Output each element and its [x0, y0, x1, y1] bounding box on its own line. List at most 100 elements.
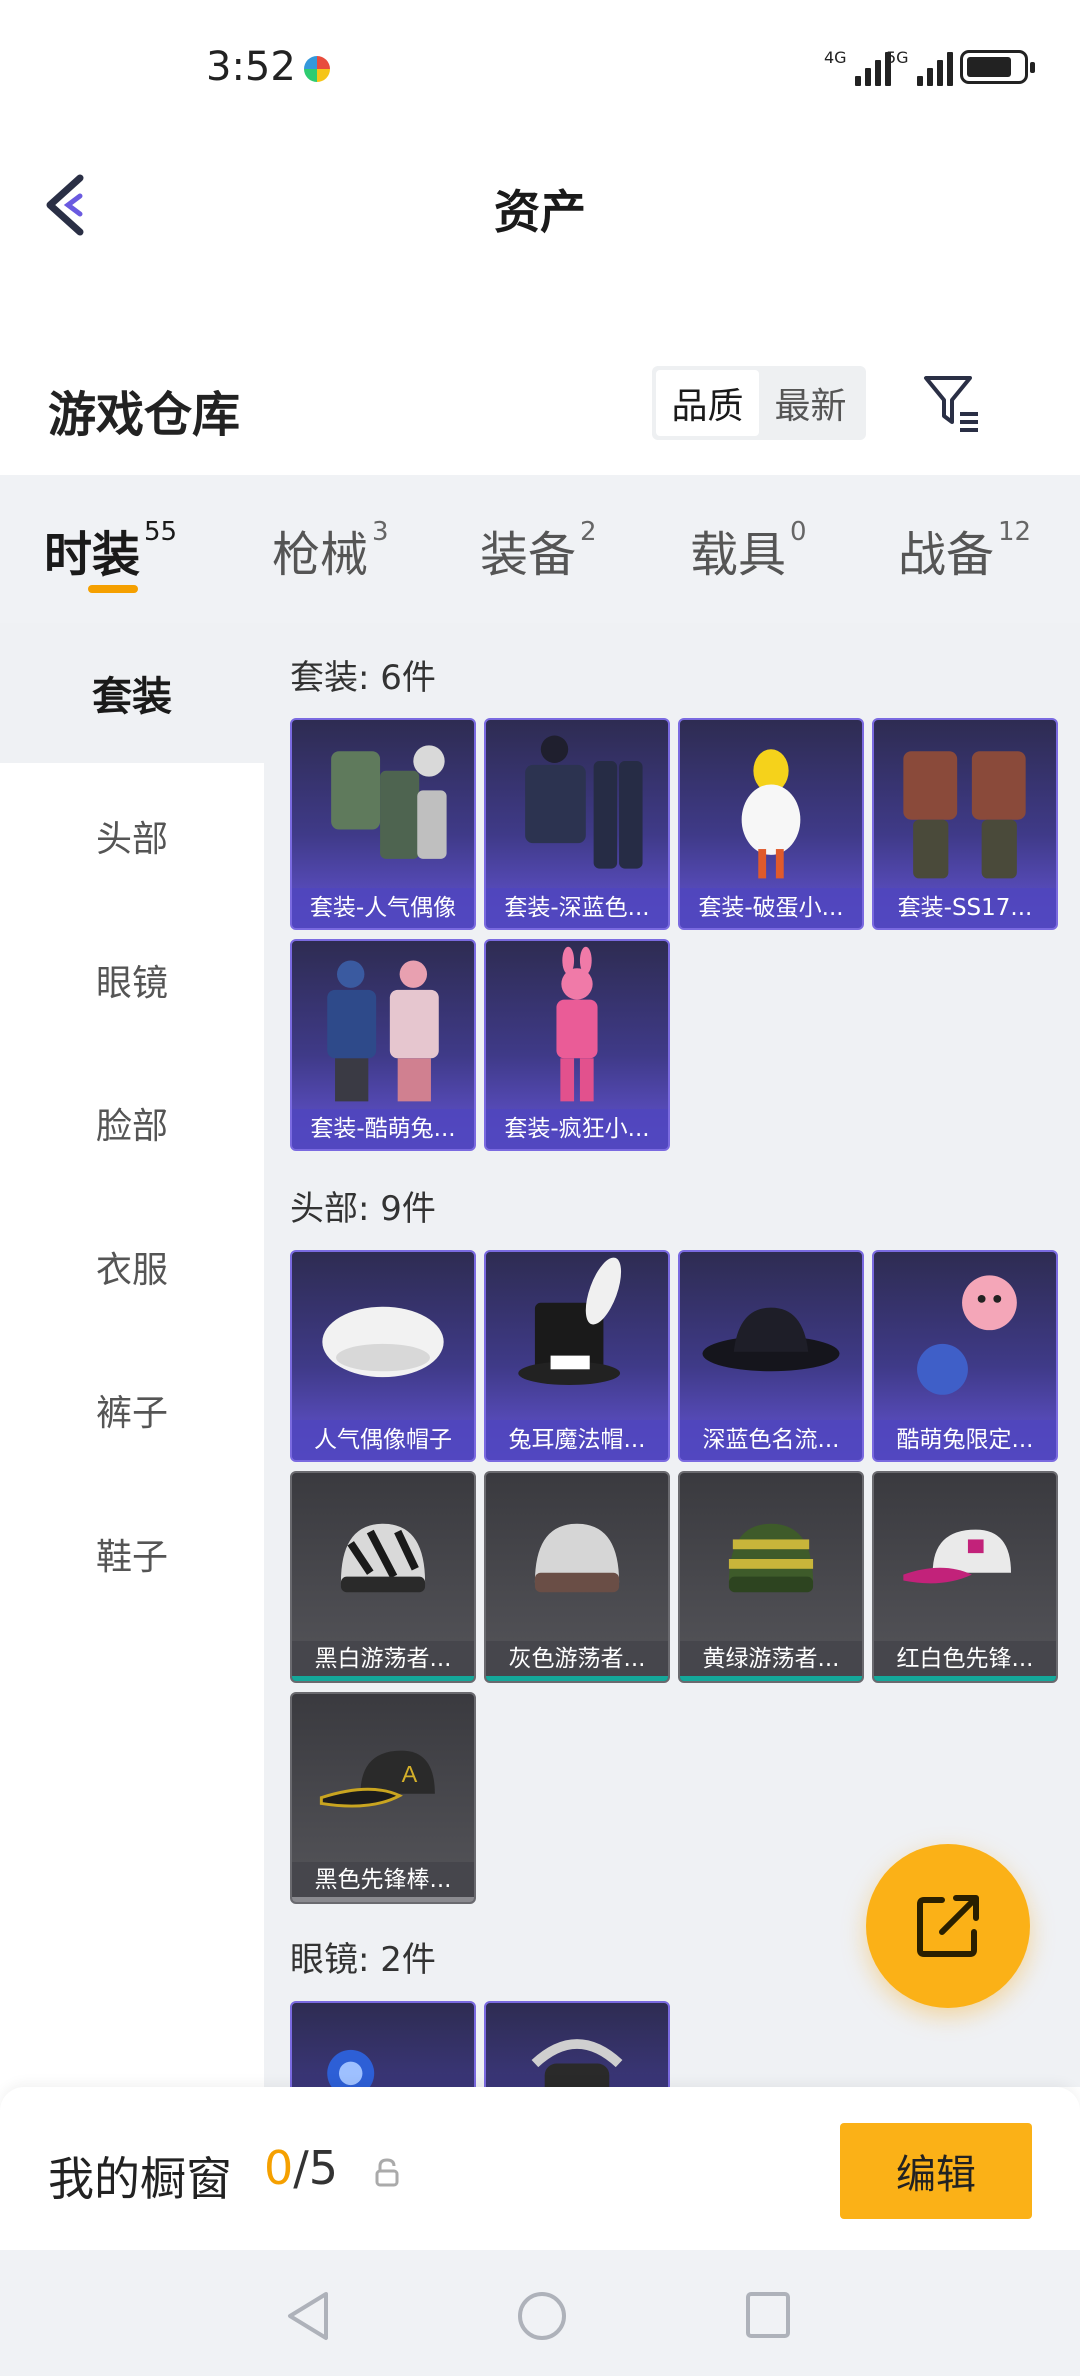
sidebar-item-glasses[interactable]: 眼镜 [0, 910, 264, 1050]
item-card[interactable] [290, 2001, 476, 2087]
item-name: 人气偶像帽子 [292, 1420, 474, 1460]
tab-count: 12 [998, 517, 1032, 547]
tab-label: 枪械 [272, 527, 369, 583]
item-name: 套装-人气偶像 [292, 888, 474, 928]
showcase-count: 0/5 [264, 2141, 338, 2195]
tab-count: 2 [580, 517, 597, 547]
item-card[interactable]: A 黑色先锋棒... [290, 1692, 476, 1904]
share-button[interactable] [866, 1844, 1030, 2008]
sort-option-newest[interactable]: 最新 [759, 370, 862, 436]
svg-text:A: A [402, 1761, 418, 1787]
active-tab-indicator [88, 585, 138, 593]
outfit-icon [327, 960, 439, 1102]
tab-weapons[interactable]: 枪械 3 [272, 515, 389, 585]
subcategory-sidebar: 套装 头部 眼镜 脸部 衣服 裤子 鞋子 [0, 623, 264, 2087]
item-name: 套装-破蛋小... [680, 888, 862, 928]
tab-vehicles[interactable]: 载具 0 [690, 515, 807, 585]
battery-icon [960, 50, 1035, 84]
tab-supplies[interactable]: 战备 12 [898, 515, 1031, 585]
beanie-icon [534, 1523, 620, 1593]
item-name: 兔耳魔法帽... [486, 1420, 668, 1460]
item-name: 红白色先锋... [874, 1641, 1056, 1681]
sort-option-quality[interactable]: 品质 [656, 370, 759, 436]
nav-recents-icon[interactable] [744, 2290, 792, 2342]
sidebar-item-head[interactable]: 头部 [0, 766, 264, 906]
section-title-glasses: 眼镜: 2件 [290, 1940, 436, 1980]
beanie-icon [340, 1523, 426, 1593]
item-name: 套装-酷萌兔... [292, 1109, 474, 1149]
network-type-label: 5G [886, 48, 909, 67]
item-name: 酷萌兔限定... [874, 1420, 1056, 1460]
nav-back-icon[interactable] [284, 2290, 332, 2342]
item-name: 深蓝色名流... [680, 1420, 862, 1460]
item-name: 套装-疯狂小... [486, 1109, 668, 1149]
status-time: 3:52 [206, 44, 296, 90]
outfit-icon [331, 745, 447, 859]
goggles-icon [531, 2039, 623, 2087]
section-title-sets: 套装: 6件 [290, 658, 436, 698]
item-name: 黑色先锋棒... [292, 1862, 474, 1902]
bunny-hat-icon [917, 1275, 1017, 1395]
item-card[interactable]: 兔耳魔法帽... [484, 1250, 670, 1462]
item-card[interactable]: 灰色游荡者... [484, 1471, 670, 1683]
bunny-costume-icon [556, 946, 598, 1102]
item-name: 套装-SS17... [874, 888, 1056, 928]
item-card[interactable]: 酷萌兔限定... [872, 1250, 1058, 1462]
sidebar-item-clothes[interactable]: 衣服 [0, 1197, 264, 1337]
sidebar-item-pants[interactable]: 裤子 [0, 1340, 264, 1480]
page-title: 资产 [494, 185, 586, 239]
item-name: 套装-深蓝色... [486, 888, 668, 928]
suit-icon [525, 735, 643, 869]
item-card[interactable]: 套装-人气偶像 [290, 718, 476, 930]
sidebar-item-face[interactable]: 脸部 [0, 1053, 264, 1193]
outfit-icon [903, 751, 1026, 879]
share-icon [917, 1895, 979, 1957]
nav-home-icon[interactable] [516, 2290, 568, 2342]
sort-toggle: 品质 最新 [652, 366, 866, 440]
category-tabs: 时装 55 枪械 3 装备 2 载具 0 战备 12 [0, 475, 1080, 623]
section-title-head: 头部: 9件 [290, 1189, 436, 1229]
sidebar-item-shoes[interactable]: 鞋子 [0, 1484, 264, 1624]
filter-icon [924, 376, 978, 432]
item-name: 黑白游荡者... [292, 1641, 474, 1681]
tab-fashion[interactable]: 时装 55 [44, 515, 177, 585]
item-card[interactable]: 套装-破蛋小... [678, 718, 864, 930]
tab-label: 装备 [480, 527, 577, 583]
cap-icon [903, 1529, 1011, 1584]
goggles-icon [327, 2049, 375, 2087]
showcase-panel: 我的橱窗 0/5 编辑 [0, 2087, 1080, 2250]
item-card[interactable] [484, 2001, 670, 2087]
system-nav-bar [0, 2250, 1080, 2376]
bunny-top-hat-icon [518, 1257, 622, 1385]
item-card[interactable]: 黄绿游荡者... [678, 1471, 864, 1683]
beanie-icon [728, 1523, 814, 1593]
app-notification-icon [304, 56, 330, 82]
item-card[interactable]: 人气偶像帽子 [290, 1250, 476, 1462]
tab-label: 战备 [898, 527, 995, 583]
showcase-label: 我的橱窗 [48, 2152, 232, 2206]
chick-costume-icon [741, 749, 801, 879]
item-card[interactable]: 套装-疯狂小... [484, 939, 670, 1151]
filter-button[interactable] [920, 370, 984, 434]
tab-label: 时装 [44, 527, 141, 583]
signal-4g-icon: 4G [824, 48, 891, 86]
item-card[interactable]: 套装-酷萌兔... [290, 939, 476, 1151]
sidebar-item-sets[interactable]: 套装 [0, 623, 264, 763]
tab-label: 载具 [690, 527, 787, 583]
item-card[interactable]: 套装-深蓝色... [484, 718, 670, 930]
network-type-label: 4G [824, 48, 847, 67]
item-card[interactable]: 黑白游荡者... [290, 1471, 476, 1683]
item-card[interactable]: 深蓝色名流... [678, 1250, 864, 1462]
status-bar: 3:52 4G 5G [0, 0, 1080, 140]
item-name: 黄绿游荡者... [680, 1641, 862, 1681]
tab-count: 55 [144, 517, 178, 547]
item-name: 灰色游荡者... [486, 1641, 668, 1681]
item-card[interactable]: 套装-SS17... [872, 718, 1058, 930]
tab-equipment[interactable]: 装备 2 [480, 515, 597, 585]
cap-icon: A [319, 1750, 435, 1808]
edit-button[interactable]: 编辑 [840, 2123, 1032, 2219]
signal-5g-icon: 5G [886, 48, 953, 86]
fedora-icon [702, 1307, 840, 1372]
item-card[interactable]: 红白色先锋... [872, 1471, 1058, 1683]
warehouse-title: 游戏仓库 [48, 387, 241, 443]
